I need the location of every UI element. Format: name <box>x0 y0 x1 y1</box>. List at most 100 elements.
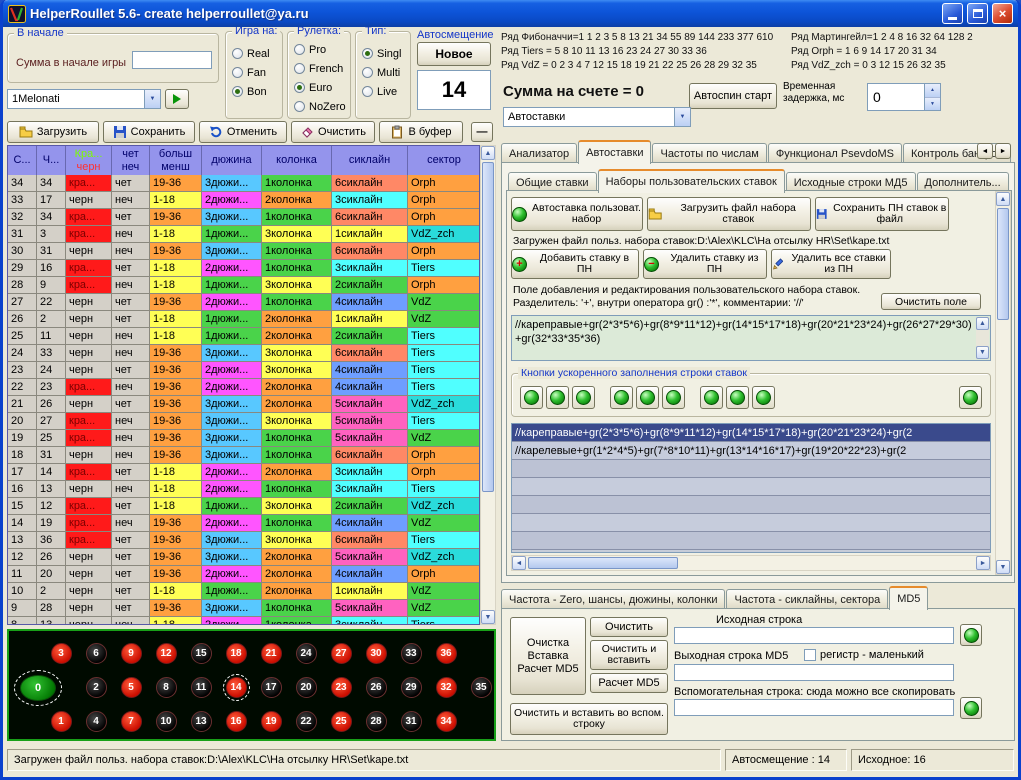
board-number-24[interactable]: 24 <box>296 643 317 664</box>
start-sum-input[interactable] <box>132 51 212 69</box>
board-number-2[interactable]: 2 <box>86 677 107 698</box>
register-checkbox-row[interactable]: регистр - маленький <box>804 649 924 661</box>
tab-Частота - сиклайны, сектора[interactable]: Частота - сиклайны, сектора <box>726 589 888 609</box>
autospin-start-button[interactable]: Автоспин старт <box>689 83 777 109</box>
autobet-user-set-button[interactable]: Автоставка пользоват. набор <box>511 197 643 231</box>
board-number-16[interactable]: 16 <box>226 711 247 732</box>
board-number-17[interactable]: 17 <box>261 677 282 698</box>
add-bet-button[interactable]: + Добавить ставку в ПН <box>511 249 639 279</box>
table-row[interactable]: 1512кра...чет1-181дюжи...3колонка2сиклай… <box>8 498 479 515</box>
bet-edit-area[interactable]: //кареправые+gr(2*3*5*6)+gr(8*9*11*12)+g… <box>511 315 991 361</box>
table-row[interactable]: 2511черннеч1-181дюжи...2колонка2сиклайнT… <box>8 328 479 345</box>
board-number-6[interactable]: 6 <box>86 643 107 664</box>
board-number-3[interactable]: 3 <box>51 643 72 664</box>
board-number-13[interactable]: 13 <box>191 711 212 732</box>
tab-Автоставки[interactable]: Автоставки <box>578 140 651 164</box>
board-number-10[interactable]: 10 <box>156 711 177 732</box>
board-number-32[interactable]: 32 <box>436 677 457 698</box>
preset-combobox[interactable]: 1Melonati ▼ <box>7 89 161 109</box>
minimize-button[interactable] <box>942 3 963 24</box>
subtab-Наборы пользовательских ставок[interactable]: Наборы пользовательских ставок <box>598 169 785 193</box>
tab-Анализатор[interactable]: Анализатор <box>501 143 577 163</box>
scroll-up-icon[interactable]: ▲ <box>976 317 989 330</box>
board-number-14[interactable]: 14 <box>226 677 247 698</box>
load-bet-file-button[interactable]: Загрузить файл набора ставок <box>647 197 811 231</box>
undo-button[interactable]: Отменить <box>199 121 287 143</box>
board-number-30[interactable]: 30 <box>366 643 387 664</box>
clear-paste-aux-button[interactable]: Очистить и вставить во вспом. строку <box>510 703 668 735</box>
tab-Функционал PsevdoMS[interactable]: Функционал PsevdoMS <box>768 143 902 163</box>
start-button[interactable] <box>165 89 189 109</box>
quick-fill-button[interactable] <box>662 386 685 409</box>
board-number-29[interactable]: 29 <box>401 677 422 698</box>
board-number-15[interactable]: 15 <box>191 643 212 664</box>
table-row[interactable]: 313кра...неч1-181дюжи...3колонка1сиклайн… <box>8 226 479 243</box>
save-button[interactable]: Сохранить <box>103 121 195 143</box>
md5-calc-button[interactable]: Расчет MD5 <box>590 673 668 693</box>
panel-scrollbar[interactable]: ▲ ▼ <box>995 191 1011 575</box>
collapse-button[interactable]: — <box>471 122 493 142</box>
chevron-down-icon[interactable]: ▼ <box>144 90 160 108</box>
table-row[interactable]: 2433черннеч19-363дюжи...3колонка6сиклайн… <box>8 345 479 362</box>
board-number-28[interactable]: 28 <box>366 711 387 732</box>
scroll-left-icon[interactable]: ◄ <box>512 556 526 570</box>
table-row[interactable]: 1613черннеч1-182дюжи...1колонка3сиклайнT… <box>8 481 479 498</box>
radio-French[interactable]: French <box>288 59 350 78</box>
board-number-21[interactable]: 21 <box>261 643 282 664</box>
table-row[interactable]: 2916кра...чет1-182дюжи...1колонка3сиклай… <box>8 260 479 277</box>
scroll-down-icon[interactable]: ▼ <box>481 610 495 624</box>
table-row[interactable]: 928чернчет19-363дюжи...1колонка5сиклайнV… <box>8 600 479 617</box>
tab-MD5[interactable]: MD5 <box>889 586 928 610</box>
board-number-22[interactable]: 22 <box>296 711 317 732</box>
bet-list-item[interactable]: //карелевые+gr(1*2*4*5)+gr(7*8*10*11)+gr… <box>512 442 990 460</box>
table-row[interactable]: 2324чернчет19-362дюжи...3колонка4сиклайн… <box>8 362 479 379</box>
delete-bet-button[interactable]: − Удалить ставку из ПН <box>643 249 767 279</box>
board-number-33[interactable]: 33 <box>401 643 422 664</box>
table-row[interactable]: 1120чернчет19-362дюжи...2колонка4сиклайн… <box>8 566 479 583</box>
edit-area-scrollbar[interactable]: ▲ ▼ <box>976 317 989 359</box>
scroll-down-icon[interactable]: ▼ <box>976 346 989 359</box>
quick-fill-button[interactable] <box>636 386 659 409</box>
subtab-Исходные строки МД5[interactable]: Исходные строки МД5 <box>786 172 916 192</box>
table-row[interactable]: 3234кра...чет19-363дюжи...1колонка6сикла… <box>8 209 479 226</box>
board-number-19[interactable]: 19 <box>261 711 282 732</box>
board-number-8[interactable]: 8 <box>156 677 177 698</box>
table-row[interactable]: 3434кра...чет19-363дюжи...1колонка6сикла… <box>8 175 479 192</box>
quick-fill-button[interactable] <box>572 386 595 409</box>
quick-fill-button[interactable] <box>752 386 775 409</box>
bet-list-hscrollbar[interactable]: ◄ ► <box>511 555 991 571</box>
load-button[interactable]: Загрузить <box>7 121 99 143</box>
tab-Частоты по числам[interactable]: Частоты по числам <box>652 143 766 163</box>
board-number-20[interactable]: 20 <box>296 677 317 698</box>
scrollbar-thumb[interactable] <box>528 557 678 569</box>
maximize-button[interactable] <box>967 3 988 24</box>
spin-up-icon[interactable]: ▲ <box>925 84 940 98</box>
quick-fill-button[interactable] <box>520 386 543 409</box>
table-row[interactable]: 3317черннеч1-182дюжи...2колонка3сиклайнO… <box>8 192 479 209</box>
board-number-0[interactable]: 0 <box>20 675 56 701</box>
to-buffer-button[interactable]: В буфер <box>379 121 463 143</box>
radio-NoZero[interactable]: NoZero <box>288 97 350 116</box>
quick-fill-button[interactable] <box>610 386 633 409</box>
checkbox-icon[interactable] <box>804 649 816 661</box>
scroll-down-icon[interactable]: ▼ <box>996 560 1010 574</box>
new-button[interactable]: Новое <box>417 42 491 66</box>
quick-fill-button[interactable] <box>726 386 749 409</box>
board-number-31[interactable]: 31 <box>401 711 422 732</box>
delay-spinner[interactable]: 0 ▲ ▼ <box>867 83 941 111</box>
board-number-5[interactable]: 5 <box>121 677 142 698</box>
spin-down-icon[interactable]: ▼ <box>925 98 940 111</box>
close-button[interactable]: × <box>992 3 1013 24</box>
table-row[interactable]: 1419кра...неч19-362дюжи...1колонка4сикла… <box>8 515 479 532</box>
board-number-36[interactable]: 36 <box>436 643 457 664</box>
tab-Частота - Zero, шансы, дюжины, колонки[interactable]: Частота - Zero, шансы, дюжины, колонки <box>501 589 725 609</box>
scrollbar-thumb[interactable] <box>997 208 1009 320</box>
aux-string-input[interactable] <box>674 699 954 716</box>
table-row[interactable]: 813черннеч1-182дюжи...1колонка3сиклайнTi… <box>8 617 479 625</box>
output-string-input[interactable] <box>674 664 954 681</box>
board-number-1[interactable]: 1 <box>51 711 72 732</box>
scroll-right-icon[interactable]: ► <box>976 556 990 570</box>
radio-Singl[interactable]: Singl <box>356 44 410 63</box>
bet-list[interactable]: //кареправые+gr(2*3*5*6)+gr(8*9*11*12)+g… <box>511 423 991 553</box>
radio-Fan[interactable]: Fan <box>226 63 282 82</box>
